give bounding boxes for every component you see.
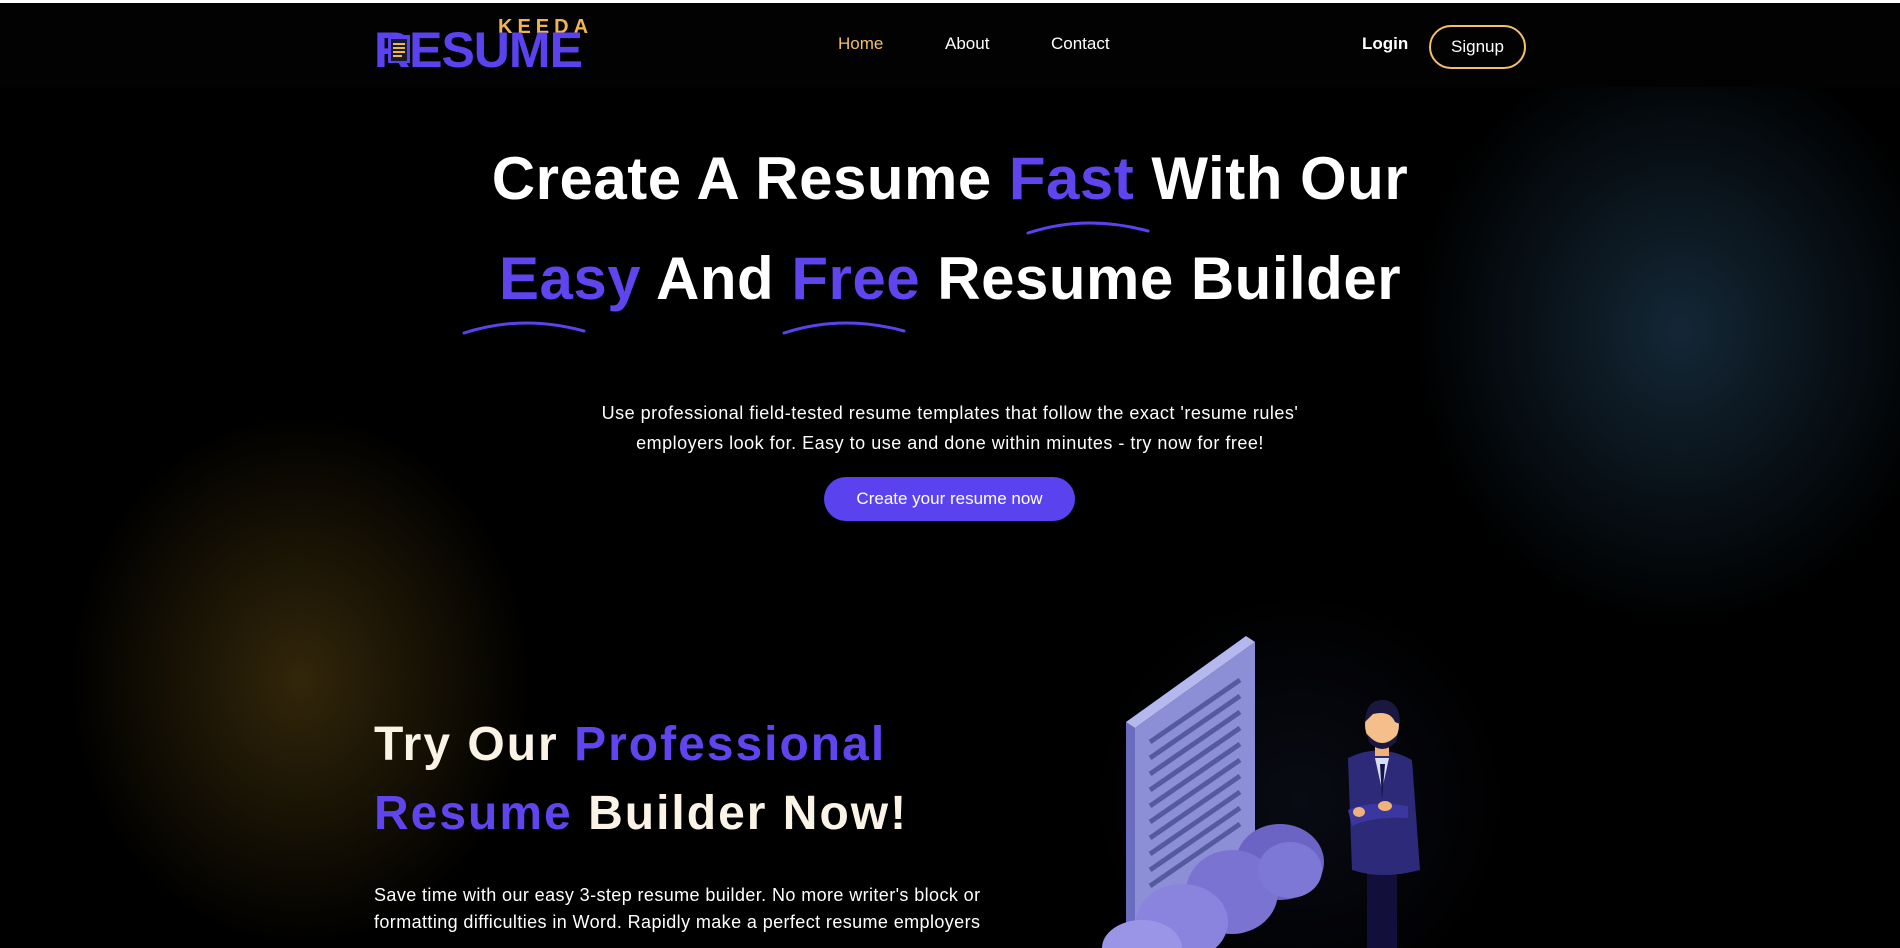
section2-description: Save time with our easy 3-step resume bu… — [374, 882, 1034, 936]
hero-subtitle-line-2: employers look for. Easy to use and done… — [636, 433, 1264, 453]
section2-title-text: Try Our — [374, 718, 575, 771]
page: KEEDA RESUME Home About Contact Login Si… — [0, 0, 1900, 948]
hero-accent-free: Free — [791, 245, 921, 312]
navbar: KEEDA RESUME Home About Contact Login Si… — [0, 3, 1900, 87]
section2-accent-professional: Professional — [574, 718, 887, 771]
businessman-illustration — [1348, 700, 1420, 948]
section2-title-text: Builder Now! — [572, 787, 909, 840]
nav-contact-link[interactable]: Contact — [1051, 34, 1110, 54]
hero-subtitle-line-1: Use professional field-tested resume tem… — [601, 403, 1299, 423]
logo[interactable]: KEEDA RESUME — [374, 13, 588, 77]
hero-title-text: And — [641, 245, 792, 312]
section2-description-line-1: Save time with our easy 3-step resume bu… — [374, 885, 981, 905]
nav-about-link[interactable]: About — [945, 34, 989, 54]
section2-title-line-2: Resume Builder Now! — [374, 784, 908, 844]
hero-title-text: Resume Builder — [920, 245, 1402, 312]
fast-underline-swoosh — [1026, 221, 1150, 235]
hero-title-text: Create A Resume — [491, 145, 1009, 212]
hero-title-line-2: Easy And Free Resume Builder — [0, 244, 1900, 314]
login-link[interactable]: Login — [1362, 34, 1408, 54]
nav-home-link[interactable]: Home — [838, 34, 883, 54]
easy-underline-swoosh — [462, 321, 586, 335]
section2-title-line-1: Try Our Professional — [374, 715, 886, 775]
hero-accent-fast: Fast — [1008, 145, 1135, 212]
hero-title-line-1: Create A Resume Fast With Our — [0, 144, 1900, 214]
section2-description-line-2: formatting difficulties in Word. Rapidly… — [374, 912, 981, 932]
free-underline-swoosh — [782, 321, 906, 335]
hero-title-text: With Our — [1134, 145, 1409, 212]
section2-accent-resume: Resume — [374, 787, 573, 840]
hero-subtitle: Use professional field-tested resume tem… — [0, 398, 1900, 458]
signup-button[interactable]: Signup — [1429, 25, 1526, 69]
hero-accent-easy: Easy — [498, 245, 642, 312]
document-icon — [388, 35, 410, 63]
resume-man-cloud-illustration — [1102, 636, 1420, 948]
create-resume-button[interactable]: Create your resume now — [824, 477, 1075, 521]
